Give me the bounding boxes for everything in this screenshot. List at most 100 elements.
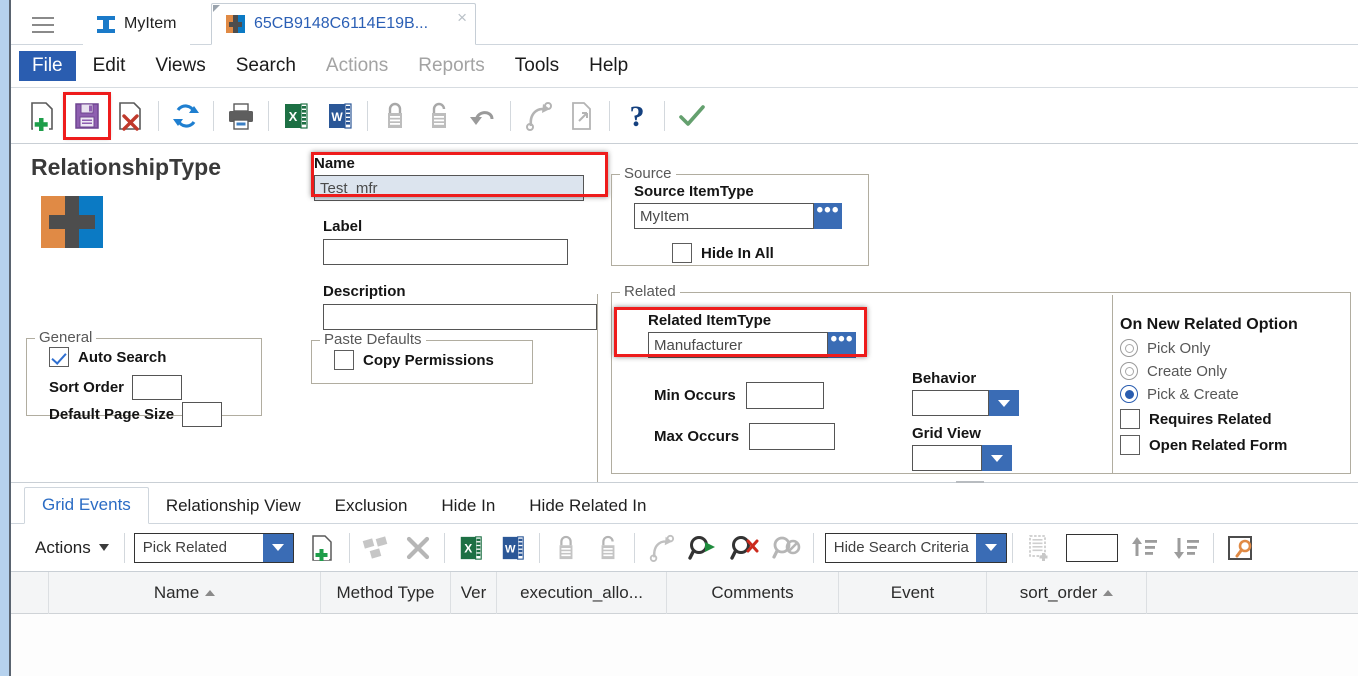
new-item-icon[interactable]: [21, 94, 65, 138]
source-itemtype-input[interactable]: [634, 203, 814, 229]
behavior-dropdown-button[interactable]: [989, 390, 1019, 416]
hide-in-all-checkbox[interactable]: [672, 243, 692, 263]
chevron-down-icon[interactable]: [262, 533, 293, 562]
grid-header-name[interactable]: Name: [49, 572, 321, 614]
grid-header-sort-order[interactable]: sort_order: [987, 572, 1147, 614]
radio-pick-and-create[interactable]: Pick & Create: [1120, 385, 1340, 403]
tab-grid-events[interactable]: Grid Events: [24, 487, 149, 524]
redo-icon: [640, 528, 682, 568]
help-icon[interactable]: ?: [615, 94, 659, 138]
min-occurs-row: Min Occurs: [654, 382, 824, 409]
export-word-icon[interactable]: W: [318, 94, 362, 138]
related-itemtype-input[interactable]: [648, 332, 828, 358]
window-tab-myitem[interactable]: MyItem: [83, 3, 191, 45]
behavior-input[interactable]: [912, 390, 989, 416]
menu-item-actions: Actions: [325, 55, 389, 76]
unlock-icon[interactable]: [417, 94, 461, 138]
search-criteria-combo[interactable]: Hide Search Criteria: [824, 532, 1007, 563]
page-size-input[interactable]: [1065, 533, 1118, 562]
menu-item-file[interactable]: File: [19, 51, 76, 81]
actions-button[interactable]: Actions: [25, 534, 119, 562]
name-field-group: Name: [314, 155, 584, 201]
redo-icon[interactable]: [516, 94, 560, 138]
related-itemtype-picker-button[interactable]: •••: [828, 330, 856, 358]
window-tab-relationship[interactable]: 65CB9148C6114E19B... ×: [211, 3, 476, 45]
menu-item-search[interactable]: Search: [223, 51, 309, 81]
delete-icon[interactable]: [109, 94, 153, 138]
source-itemtype-picker-button[interactable]: •••: [814, 201, 842, 229]
svg-text:W: W: [505, 543, 516, 555]
hide-in-all-row[interactable]: Hide In All: [672, 243, 774, 263]
toolbar-separator: [1011, 532, 1013, 563]
related-itemtype-group: Related ItemType •••: [648, 312, 856, 358]
menu-item-tools[interactable]: Tools: [502, 51, 572, 81]
menu-item-help[interactable]: Help: [576, 51, 641, 81]
save-icon[interactable]: [63, 91, 111, 140]
open-related-form-row[interactable]: Open Related Form: [1120, 435, 1340, 455]
tab-hide-in[interactable]: Hide In: [424, 489, 512, 524]
add-row-icon[interactable]: [302, 528, 344, 568]
chevron-down-icon[interactable]: [975, 533, 1006, 562]
grid-view-input[interactable]: [912, 445, 982, 471]
auto-search-checkbox[interactable]: [49, 347, 69, 367]
min-occurs-input[interactable]: [745, 382, 824, 409]
lock-icon[interactable]: [373, 94, 417, 138]
requires-related-row[interactable]: Requires Related: [1120, 409, 1340, 429]
toolbar-separator: [158, 100, 159, 131]
grid-header-comments[interactable]: Comments: [667, 572, 839, 614]
menu-toggle-icon[interactable]: [30, 12, 56, 34]
grid-view-label: Grid View: [912, 425, 981, 442]
grid-header-method-type[interactable]: Method Type: [321, 572, 451, 614]
close-icon[interactable]: ×: [457, 9, 467, 26]
search-panel-icon[interactable]: [1219, 528, 1261, 568]
sort-ascending-icon[interactable]: [1124, 528, 1166, 568]
copy-icon[interactable]: [560, 94, 604, 138]
description-input[interactable]: [323, 304, 597, 330]
export-word-icon[interactable]: W: [492, 528, 534, 568]
copy-permissions-row[interactable]: Copy Permissions: [334, 350, 494, 370]
tab-relationship-view[interactable]: Relationship View: [149, 489, 318, 524]
pick-related-combo[interactable]: Pick Related: [133, 532, 294, 563]
clear-search-icon[interactable]: [724, 528, 766, 568]
max-occurs-label: Max Occurs: [654, 428, 740, 445]
tab-hide-related-in[interactable]: Hide Related In: [512, 489, 663, 524]
requires-related-checkbox[interactable]: [1120, 409, 1140, 429]
description-label: Description: [323, 283, 406, 300]
pick-and-create-radio[interactable]: [1120, 385, 1138, 403]
run-search-icon[interactable]: [682, 528, 724, 568]
unlock-icon: [587, 528, 629, 568]
sort-order-input[interactable]: [132, 375, 183, 400]
refresh-icon[interactable]: [164, 94, 208, 138]
export-excel-icon[interactable]: X: [274, 94, 318, 138]
general-group: General Auto Search Sort Order Default P…: [26, 329, 262, 427]
label-input[interactable]: [323, 239, 568, 265]
auto-search-row[interactable]: Auto Search: [49, 347, 166, 367]
undo-icon[interactable]: [461, 94, 505, 138]
remove-icon[interactable]: [397, 528, 439, 568]
grid-header-select[interactable]: [11, 572, 49, 614]
max-occurs-input[interactable]: [749, 423, 836, 450]
grid-header-row: Name Method Type Ver execution_allo... C…: [11, 572, 1358, 614]
toolbar-separator: [609, 100, 610, 131]
grid-header-ver[interactable]: Ver: [451, 572, 497, 614]
related-itemtype-label: Related ItemType: [648, 312, 772, 329]
copy-permissions-checkbox[interactable]: [334, 350, 354, 370]
splitter-grip[interactable]: [956, 481, 984, 483]
sort-descending-icon[interactable]: [1166, 528, 1208, 568]
source-itemtype-label: Source ItemType: [634, 183, 754, 200]
menu-item-edit[interactable]: Edit: [80, 51, 139, 81]
name-input[interactable]: [314, 175, 584, 201]
on-new-related-option-label: On New Related Option: [1120, 316, 1298, 333]
pick-only-label: Pick Only: [1147, 339, 1211, 357]
export-excel-icon[interactable]: X: [450, 528, 492, 568]
svg-text:X: X: [289, 109, 298, 124]
tab-exclusion[interactable]: Exclusion: [318, 489, 425, 524]
grid-header-event[interactable]: Event: [839, 572, 987, 614]
done-icon[interactable]: [670, 94, 714, 138]
grid-header-execution-allowed[interactable]: execution_allo...: [497, 572, 667, 614]
menu-item-views[interactable]: Views: [142, 51, 218, 81]
default-page-size-input[interactable]: [182, 402, 223, 427]
open-related-form-checkbox[interactable]: [1120, 435, 1140, 455]
grid-view-dropdown-button[interactable]: [982, 445, 1012, 471]
print-icon[interactable]: [219, 94, 263, 138]
